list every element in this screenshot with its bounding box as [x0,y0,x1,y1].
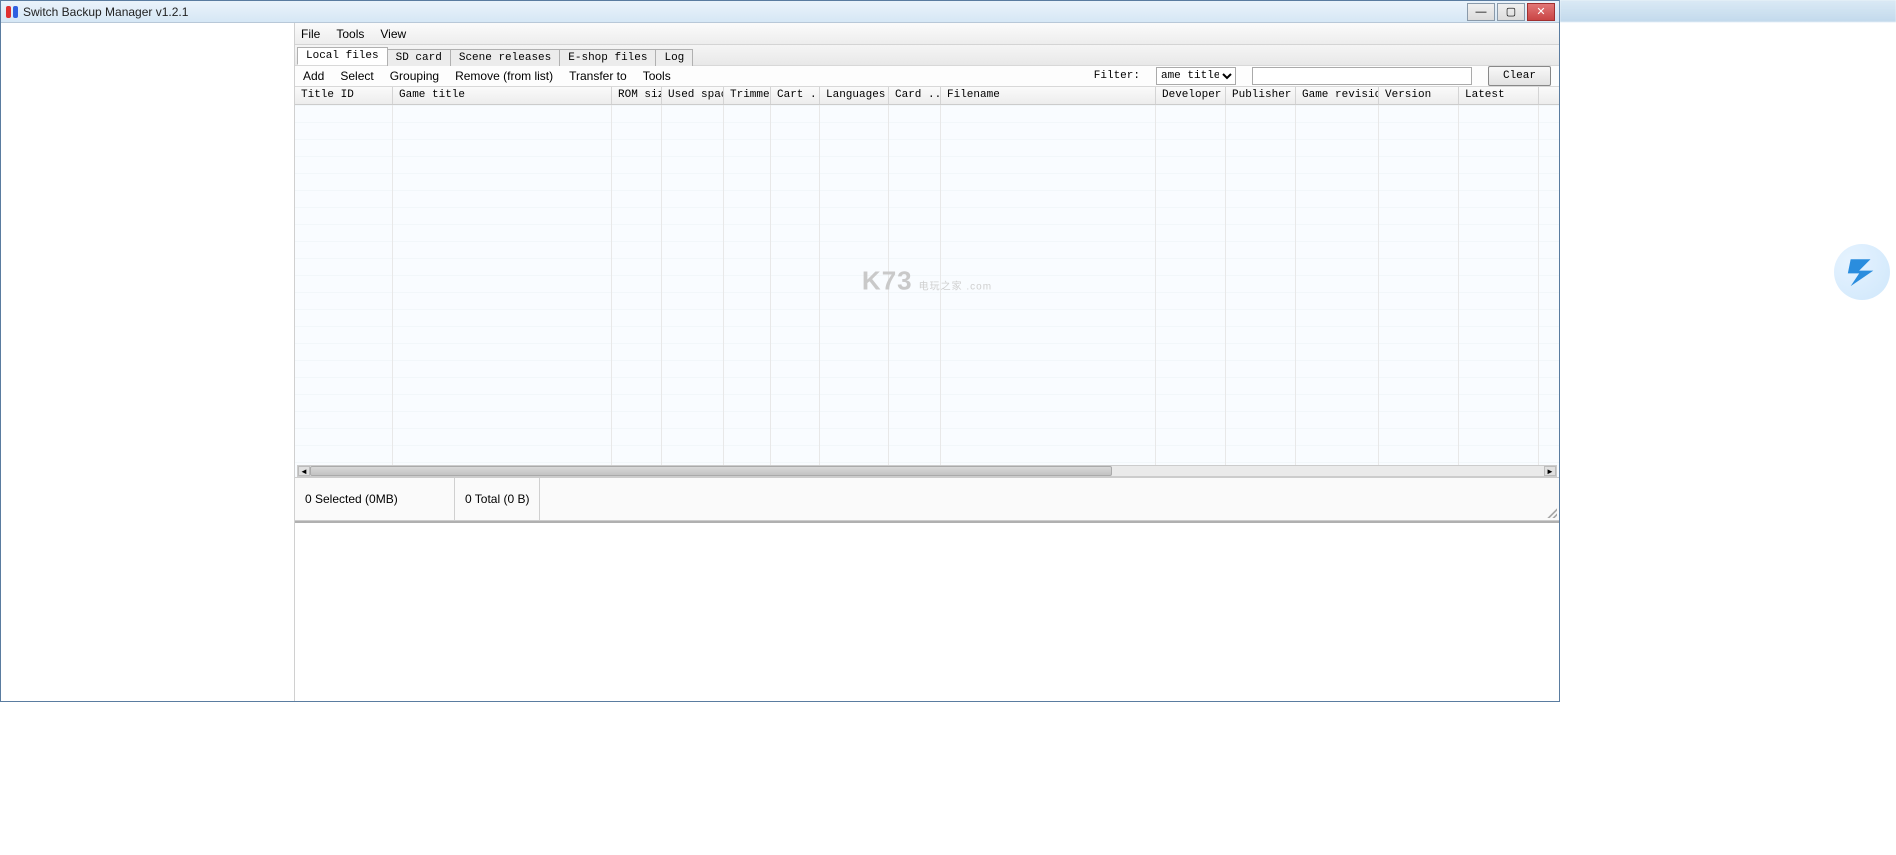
toolbar-grouping[interactable]: Grouping [390,69,439,83]
filter-dropdown[interactable]: ame title [1156,67,1236,85]
tab-eshop-files[interactable]: E-shop files [559,49,656,66]
filter-input[interactable] [1252,67,1472,85]
tab-scene-releases[interactable]: Scene releases [450,49,560,66]
toolbar-add[interactable]: Add [303,69,324,83]
horizontal-scrollbar[interactable]: ◄ ► [297,465,1557,477]
toolbar-tools[interactable]: Tools [643,69,671,83]
resize-grip-icon[interactable] [1545,506,1557,518]
col-trimmed[interactable]: Trimmed [724,87,771,104]
app-icon [5,5,19,19]
col-title-id[interactable]: Title ID [295,87,393,104]
col-filename[interactable]: Filename [941,87,1156,104]
col-used-space[interactable]: Used space [662,87,724,104]
tab-log[interactable]: Log [655,49,693,66]
status-total: 0 Total (0 B) [455,478,540,520]
scroll-track[interactable] [310,466,1544,476]
col-card[interactable]: Card ... [889,87,941,104]
maximize-button[interactable]: ▢ [1497,3,1525,21]
col-game-title[interactable]: Game title [393,87,612,104]
col-developer[interactable]: Developer [1156,87,1226,104]
menu-file[interactable]: File [301,27,320,41]
thunder-app-icon[interactable] [1834,244,1890,300]
menu-view[interactable]: View [380,27,406,41]
body-area: File Tools View Local files SD card Scen… [1,23,1559,701]
menu-tools[interactable]: Tools [336,27,364,41]
tabbar: Local files SD card Scene releases E-sho… [295,45,1559,65]
close-button[interactable]: ✕ [1527,3,1555,21]
table: Title ID Game title ROM size Used space … [295,87,1559,477]
window-title: Switch Backup Manager v1.2.1 [23,5,188,19]
table-header: Title ID Game title ROM size Used space … [295,87,1559,105]
statusbar: 0 Selected (0MB) 0 Total (0 B) [295,477,1559,521]
col-cart[interactable]: Cart ... [771,87,820,104]
tab-local-files[interactable]: Local files [297,47,388,65]
toolbar-select[interactable]: Select [340,69,373,83]
col-publisher[interactable]: Publisher [1226,87,1296,104]
scroll-thumb[interactable] [310,466,1112,476]
clear-button[interactable]: Clear [1488,66,1551,86]
filter-label: Filter: [1094,70,1140,82]
toolbar: Add Select Grouping Remove (from list) T… [295,65,1559,87]
toolbar-transfer[interactable]: Transfer to [569,69,627,83]
col-version[interactable]: Version [1379,87,1459,104]
table-body[interactable]: K73 电玩之家 .com [295,105,1559,465]
col-languages[interactable]: Languages [820,87,889,104]
scroll-right-button[interactable]: ► [1544,466,1556,476]
left-panel [1,23,295,701]
menubar: File Tools View [295,23,1559,45]
col-game-revision[interactable]: Game revision [1296,87,1379,104]
titlebar[interactable]: Switch Backup Manager v1.2.1 — ▢ ✕ [1,1,1559,23]
col-latest[interactable]: Latest [1459,87,1539,104]
taskbar-background [1560,0,1896,22]
bottom-pane [295,521,1559,701]
status-selected: 0 Selected (0MB) [295,478,455,520]
toolbar-remove[interactable]: Remove (from list) [455,69,553,83]
scroll-left-button[interactable]: ◄ [298,466,310,476]
tab-sd-card[interactable]: SD card [387,49,451,66]
app-window: Switch Backup Manager v1.2.1 — ▢ ✕ File … [0,0,1560,702]
right-panel: File Tools View Local files SD card Scen… [295,23,1559,701]
col-rom-size[interactable]: ROM size [612,87,662,104]
minimize-button[interactable]: — [1467,3,1495,21]
